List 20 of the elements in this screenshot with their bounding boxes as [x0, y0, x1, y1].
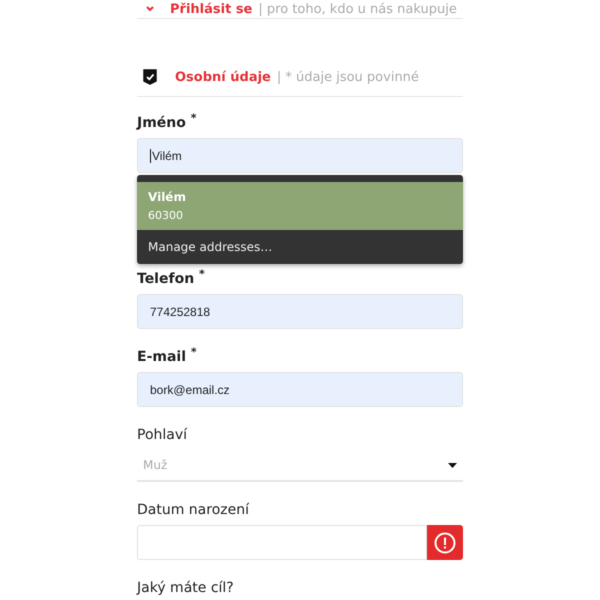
- login-note: | pro toho, kdo u nás nakupuje: [258, 2, 457, 16]
- text-input[interactable]: bork@email.cz: [137, 372, 463, 407]
- section-title: Osobní údaje: [175, 70, 271, 84]
- name-input[interactable]: Vilém: [137, 138, 463, 173]
- field-label: Pohlaví: [137, 427, 188, 443]
- date-input[interactable]: [137, 525, 427, 560]
- manage-addresses-item[interactable]: Manage addresses…: [137, 230, 463, 264]
- dropdown-caret-icon: [448, 462, 457, 468]
- alert-icon: [434, 532, 456, 554]
- field-label: Jméno $^{*}$: [137, 115, 198, 131]
- text-input[interactable]: 774252818: [137, 294, 463, 329]
- suggestion-name: Vilém: [148, 190, 187, 204]
- marker-icon: [146, 6, 154, 12]
- field-label: Datum narození: [137, 502, 250, 518]
- suggestion-zip: 60300: [148, 209, 184, 222]
- login-title[interactable]: Přihlásit se: [170, 2, 252, 16]
- section-note: | * údaje jsou povinné: [276, 70, 419, 84]
- field-label: Telefon $^{*}$: [137, 271, 206, 287]
- field-label: Jaký máte cíl?: [137, 580, 235, 596]
- field-label: E-mail $^{*}$: [137, 349, 198, 365]
